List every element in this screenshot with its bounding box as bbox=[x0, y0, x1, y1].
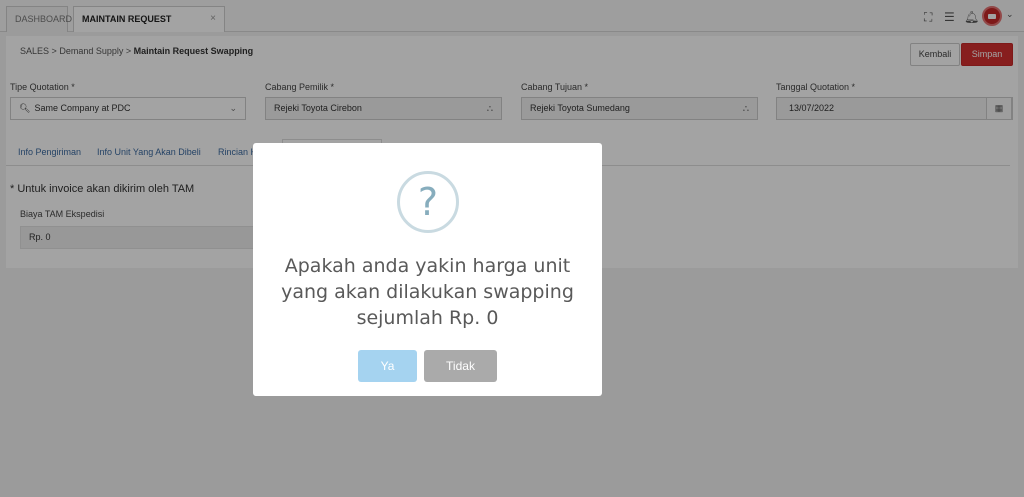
dialog-message: Apakah anda yakin harga unit yang akan d… bbox=[263, 253, 592, 331]
confirm-dialog: ? Apakah anda yakin harga unit yang akan… bbox=[253, 143, 602, 396]
dialog-message-line: sejumlah Rp. 0 bbox=[356, 307, 499, 329]
dialog-message-line: yang akan dilakukan swapping bbox=[281, 281, 574, 303]
ya-button[interactable]: Ya bbox=[358, 350, 417, 382]
question-icon: ? bbox=[397, 171, 459, 233]
dialog-message-line: Apakah anda yakin harga unit bbox=[284, 255, 571, 277]
tidak-button[interactable]: Tidak bbox=[424, 350, 497, 382]
